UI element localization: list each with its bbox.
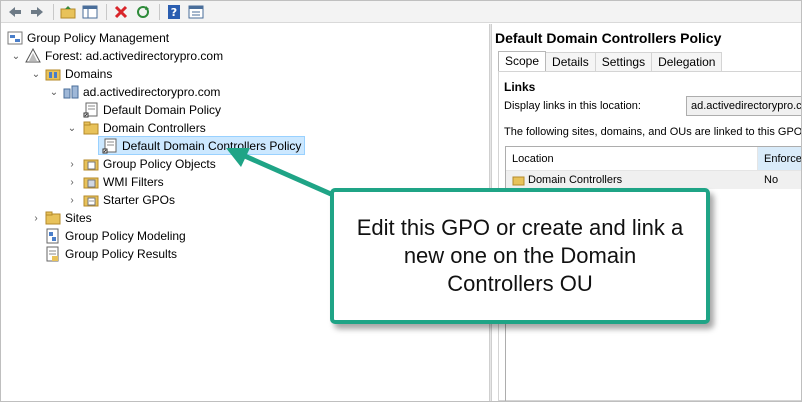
annotation-callout: Edit this GPO or create and link a new o… (330, 188, 710, 324)
callout-text: Edit this GPO or create and link a new o… (356, 215, 684, 296)
